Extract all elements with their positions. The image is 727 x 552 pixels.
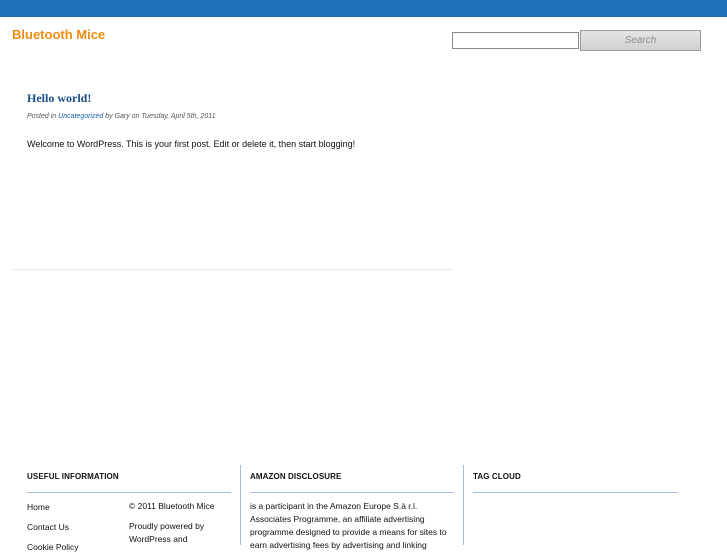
footer-link-contact-us[interactable]: Contact Us bbox=[27, 522, 69, 532]
amazon-disclosure-heading: AMAZON DISCLOSURE bbox=[250, 472, 342, 481]
site-title[interactable]: Bluetooth Mice bbox=[12, 27, 105, 42]
post-body: Welcome to WordPress. This is your first… bbox=[27, 139, 356, 149]
post-divider bbox=[12, 269, 453, 270]
post-meta-prefix: Posted in bbox=[27, 113, 57, 120]
tag-cloud-rule bbox=[473, 492, 678, 493]
footer-link-home[interactable]: Home bbox=[27, 502, 50, 512]
useful-information-heading: USEFUL INFORMATION bbox=[27, 472, 119, 481]
footer-column-divider bbox=[240, 465, 241, 545]
search-input[interactable] bbox=[452, 32, 579, 49]
footer-powered-by: Proudly powered by WordPress and bbox=[129, 521, 205, 544]
useful-information-rule bbox=[27, 492, 231, 493]
search-button[interactable]: Search bbox=[580, 30, 701, 51]
top-bar bbox=[0, 0, 727, 17]
post-category-link[interactable]: Uncategorized bbox=[58, 113, 103, 120]
post-meta: Posted in Uncategorized by Gary on Tuesd… bbox=[27, 113, 215, 120]
footer-copyright: © 2011 Bluetooth Mice bbox=[129, 501, 215, 511]
post-meta-suffix: by Gary on Tuesday, April 5th, 2011 bbox=[105, 113, 216, 120]
footer-link-cookie-policy[interactable]: Cookie Policy bbox=[27, 542, 79, 552]
post-title[interactable]: Hello world! bbox=[27, 91, 91, 106]
tag-cloud-heading: TAG CLOUD bbox=[473, 472, 521, 481]
footer-column-divider bbox=[463, 465, 464, 545]
amazon-disclosure-text: is a participant in the Amazon Europe S.… bbox=[250, 501, 447, 550]
amazon-disclosure-rule bbox=[250, 492, 454, 493]
